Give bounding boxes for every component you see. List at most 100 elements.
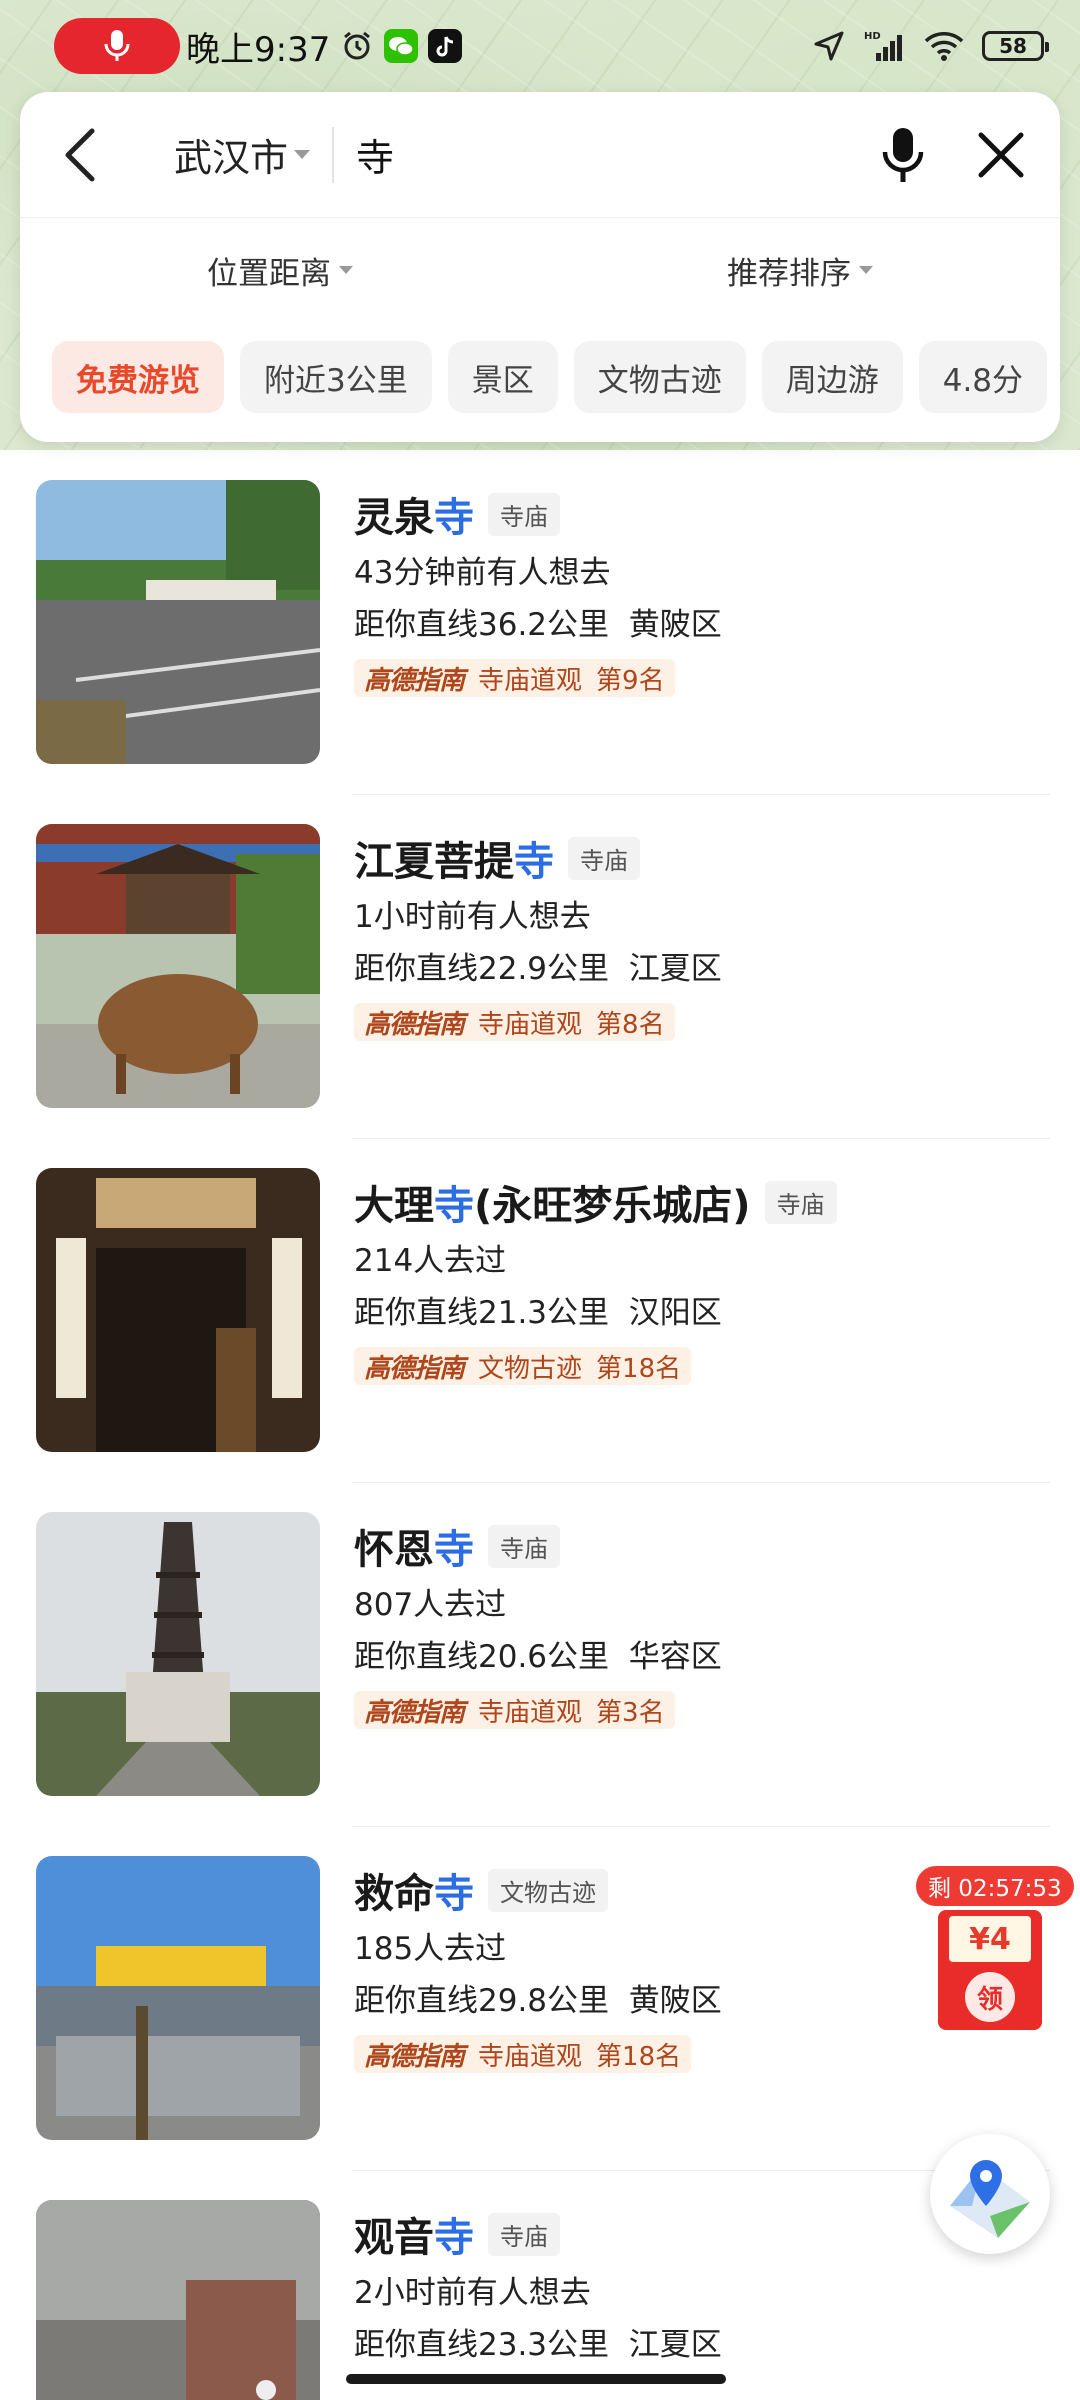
mic-recording-icon: [104, 30, 130, 61]
gaode-guide-logo: 高德指南: [364, 2041, 465, 2072]
rank-category: 寺庙道观: [478, 665, 583, 696]
activity-text: 1小时前有人想去: [354, 899, 591, 935]
place-photo[interactable]: [36, 2200, 320, 2400]
rank-category: 寺庙道观: [478, 2041, 583, 2072]
hd-signal-icon: HD: [862, 29, 906, 63]
city-selector[interactable]: 武汉市: [174, 127, 311, 182]
place-name[interactable]: 怀恩寺: [354, 1517, 474, 1575]
location-arrow-icon: [812, 29, 846, 63]
distance-line: 距你直线22.9公里 江夏区: [354, 951, 722, 987]
rank-category: 寺庙道观: [478, 1009, 583, 1040]
voice-search-button[interactable]: [868, 120, 938, 190]
chevron-down-icon: [339, 266, 353, 274]
guide-rank-badge[interactable]: 高德指南 寺庙道观 第3名: [354, 1691, 675, 1729]
svg-text:HD: HD: [864, 31, 881, 42]
back-arrow-icon: [65, 128, 95, 181]
gaode-guide-logo: 高德指南: [364, 1697, 465, 1728]
gaode-guide-logo: 高德指南: [364, 665, 465, 696]
coupon-widget[interactable]: 剩 02:57:53 ¥4 领: [916, 1866, 1074, 2046]
chip-cultural-relics[interactable]: 文物古迹: [573, 341, 746, 413]
place-name[interactable]: 灵泉寺: [354, 485, 474, 543]
sort-filter-label: 推荐排序: [727, 255, 851, 292]
distance-line: 距你直线20.6公里 华容区: [354, 1639, 722, 1675]
mic-recording-indicator[interactable]: [54, 18, 180, 74]
place-photo[interactable]: [36, 480, 320, 764]
sort-filter[interactable]: 推荐排序: [540, 248, 1060, 293]
chip-scenic-area[interactable]: 景区: [447, 341, 558, 413]
rank-category: 文物古迹: [478, 1353, 583, 1384]
list-item[interactable]: 怀恩寺 寺庙 807人去过 距你直线20.6公里 华容区 高德指南 寺庙道观 第…: [0, 1482, 1080, 1826]
rank-number: 第18名: [596, 2041, 682, 2072]
place-name[interactable]: 观音寺: [354, 2205, 474, 2263]
activity-text: 214人去过: [354, 1243, 507, 1279]
place-photo[interactable]: [36, 1856, 320, 2140]
list-item[interactable]: 灵泉寺 寺庙 43分钟前有人想去 距你直线36.2公里 黄陂区 高德指南 寺庙道…: [0, 450, 1080, 794]
distance-line: 距你直线21.3公里 汉阳区: [354, 1295, 722, 1331]
search-bar: 武汉市: [20, 92, 1060, 218]
place-photo[interactable]: [36, 1512, 320, 1796]
guide-rank-badge[interactable]: 高德指南 寺庙道观 第9名: [354, 659, 675, 697]
activity-text: 2小时前有人想去: [354, 2275, 591, 2311]
map-pin-icon: [950, 2160, 1030, 2238]
coupon-amount: ¥4: [949, 1916, 1031, 1962]
chevron-down-icon: [859, 266, 873, 274]
distance-filter[interactable]: 位置距离: [20, 248, 540, 293]
wifi-icon: [922, 29, 966, 63]
search-input[interactable]: [356, 132, 868, 177]
chip-rating[interactable]: 4.8分: [918, 341, 1048, 413]
place-photo[interactable]: [36, 1168, 320, 1452]
rank-number: 第9名: [596, 665, 665, 696]
status-bar: 晚上9:37 HD 58: [0, 0, 1080, 92]
list-item[interactable]: 江夏菩提寺 寺庙 1小时前有人想去 距你直线22.9公里 江夏区 高德指南 寺庙…: [0, 794, 1080, 1138]
claim-button[interactable]: 领: [965, 1972, 1015, 2022]
place-name[interactable]: 大理寺(永旺梦乐城店): [354, 1173, 751, 1231]
activity-text: 807人去过: [354, 1587, 507, 1623]
chip-nearby-3km[interactable]: 附近3公里: [240, 341, 432, 413]
activity-text: 43分钟前有人想去: [354, 555, 611, 591]
microphone-icon: [882, 127, 924, 182]
back-button[interactable]: [50, 125, 110, 185]
list-item[interactable]: 观音寺 寺庙 2小时前有人想去 距你直线23.3公里 江夏区: [0, 2170, 1080, 2400]
place-photo[interactable]: [36, 824, 320, 1108]
guide-rank-badge[interactable]: 高德指南 文物古迹 第18名: [354, 1347, 692, 1385]
rank-number: 第3名: [596, 1697, 665, 1728]
alarm-icon: [340, 29, 374, 63]
category-tag: 寺庙: [488, 1524, 560, 1568]
rank-category: 寺庙道观: [478, 1697, 583, 1728]
close-icon: [978, 132, 1024, 177]
gaode-guide-logo: 高德指南: [364, 1009, 465, 1040]
category-tag: 寺庙: [764, 1180, 837, 1224]
category-tag: 寺庙: [488, 2212, 560, 2256]
quick-filter-chips: 免费游览 附近3公里 景区 文物古迹 周边游 4.8分: [20, 322, 1060, 432]
guide-rank-badge[interactable]: 高德指南 寺庙道观 第8名: [354, 1003, 675, 1041]
search-card: 武汉市 位置距离 推荐排序 免费游览 附近3公里 景区 文物古迹 周边游 4.8…: [20, 92, 1060, 442]
category-tag: 寺庙: [568, 836, 640, 880]
map-view-button[interactable]: [930, 2134, 1050, 2254]
chip-nearby-tour[interactable]: 周边游: [761, 341, 903, 413]
list-item[interactable]: 大理寺(永旺梦乐城店) 寺庙 214人去过 距你直线21.3公里 汉阳区 高德指…: [0, 1138, 1080, 1482]
divider: [332, 126, 335, 183]
place-name[interactable]: 江夏菩提寺: [354, 829, 554, 887]
distance-line: 距你直线29.8公里 黄陂区: [354, 1983, 722, 2019]
activity-text: 185人去过: [354, 1931, 507, 1967]
distance-filter-label: 位置距离: [207, 255, 331, 292]
home-indicator[interactable]: [346, 2374, 726, 2384]
coupon-countdown: 剩 02:57:53: [916, 1866, 1074, 1906]
close-button[interactable]: [966, 120, 1036, 190]
tiktok-icon: [428, 29, 463, 63]
coupon-card[interactable]: ¥4 领: [938, 1910, 1042, 2030]
results-list: 灵泉寺 寺庙 43分钟前有人想去 距你直线36.2公里 黄陂区 高德指南 寺庙道…: [0, 450, 1080, 2400]
category-tag: 寺庙: [488, 492, 560, 536]
chevron-down-icon: [294, 150, 311, 159]
distance-line: 距你直线36.2公里 黄陂区: [354, 607, 722, 643]
category-tag: 文物古迹: [488, 1868, 608, 1912]
rank-number: 第18名: [596, 1353, 682, 1384]
chip-free-tour[interactable]: 免费游览: [52, 341, 224, 413]
status-time: 晚上9:37: [186, 29, 331, 70]
rank-number: 第8名: [596, 1009, 665, 1040]
filter-row: 位置距离 推荐排序: [20, 218, 1060, 322]
guide-rank-badge[interactable]: 高德指南 寺庙道观 第18名: [354, 2035, 692, 2073]
distance-line: 距你直线23.3公里 江夏区: [354, 2327, 722, 2363]
place-name[interactable]: 救命寺: [354, 1861, 474, 1919]
gaode-guide-logo: 高德指南: [364, 1353, 465, 1384]
